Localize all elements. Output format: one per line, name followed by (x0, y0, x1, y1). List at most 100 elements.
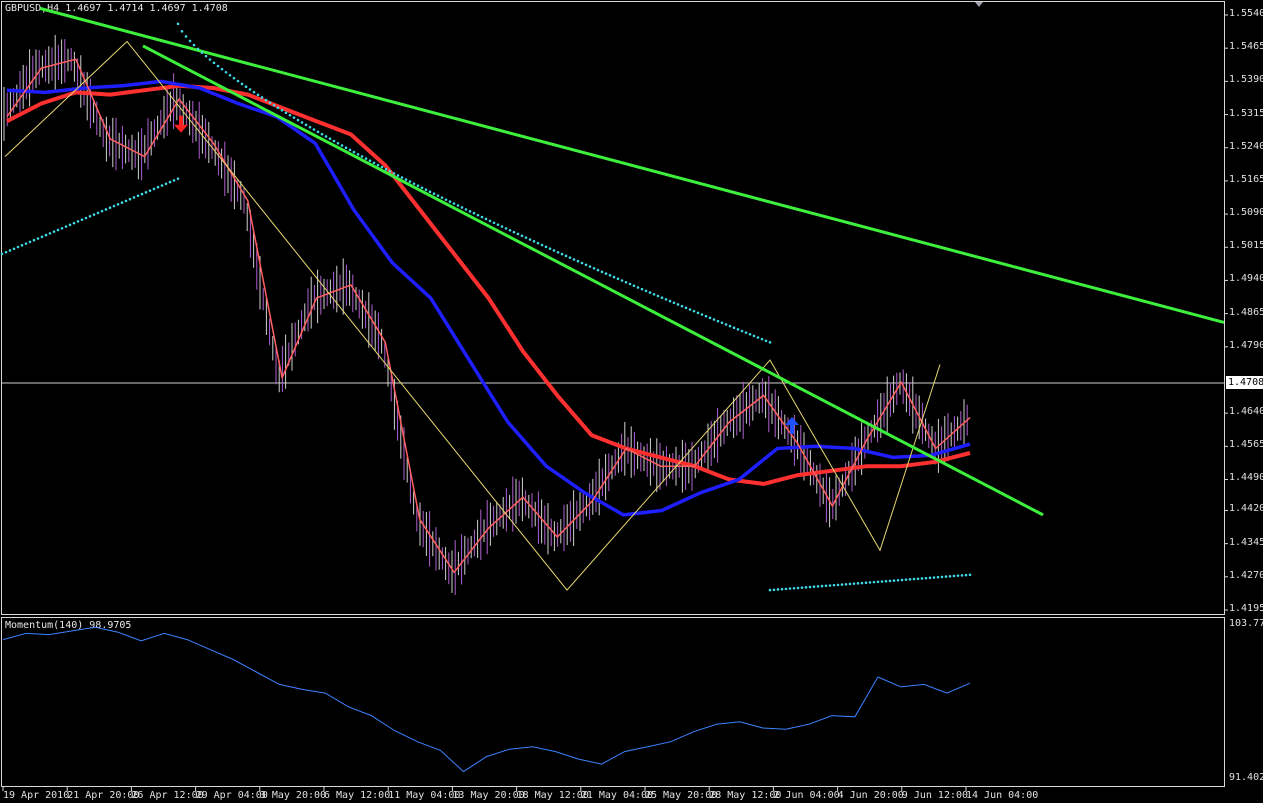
momentum-line (2, 626, 971, 773)
parabolic-dot (196, 47, 200, 51)
parabolic-dot (968, 573, 972, 577)
parabolic-dot (384, 167, 388, 171)
parabolic-dot (640, 287, 644, 291)
parabolic-dot (176, 177, 180, 180)
parabolic-dot (76, 220, 80, 223)
parabolic-dot (748, 332, 752, 336)
parabolic-dot (184, 35, 188, 38)
x-tick-label: 13 May 20:00 (452, 790, 525, 801)
parabolic-dot (8, 249, 12, 252)
parabolic-dot (44, 233, 48, 237)
parabolic-dot (800, 586, 804, 589)
parabolic-dot (256, 93, 260, 97)
parabolic-dot (268, 101, 272, 104)
parabolic-dot (432, 192, 436, 195)
parabolic-dot (460, 206, 464, 209)
x-tick-label: 28 May 12:00 (709, 790, 782, 801)
parabolic-dot (760, 337, 764, 341)
parabolic-dot (952, 574, 956, 578)
y-tick-label: 1.5315 (1229, 107, 1263, 119)
parabolic-dot (508, 228, 512, 232)
parabolic-dot (236, 79, 240, 83)
parabolic-dot (296, 118, 300, 122)
parabolic-dot (644, 289, 648, 293)
parabolic-dot (56, 228, 60, 232)
parabolic-dot (584, 263, 588, 267)
parabolic-dot (832, 583, 836, 587)
parabolic-dot (944, 575, 948, 578)
parabolic-dot (852, 582, 856, 585)
x-tick-label: 26 Apr 12:00 (131, 790, 204, 801)
parabolic-dot (540, 243, 544, 247)
parabolic-dot (936, 575, 940, 579)
parabolic-dot (280, 108, 284, 112)
parabolic-dot (504, 227, 508, 230)
y-tick-label: 1.4420 (1229, 503, 1263, 515)
parabolic-dot (308, 125, 312, 129)
parabolic-dot (132, 196, 136, 199)
parabolic-dot (556, 250, 560, 254)
parabolic-dot (516, 232, 520, 236)
parabolic-dot (200, 51, 204, 54)
parabolic-dot (596, 268, 600, 272)
parabolic-dot (436, 194, 440, 197)
parabolic-dot (88, 214, 92, 218)
parabolic-dot (492, 221, 496, 225)
parabolic-dot (388, 169, 392, 173)
parabolic-dot (856, 582, 860, 585)
parabolic-dot (456, 204, 460, 207)
trendline (142, 44, 1044, 517)
parabolic-dot (480, 215, 484, 219)
parabolic-dot (140, 192, 144, 196)
y-tick-label: 1.5240 (1229, 140, 1263, 152)
parabolic-dot (728, 324, 732, 328)
parabolic-dot (84, 216, 88, 220)
parabolic-dot (496, 223, 500, 226)
parabolic-dot (828, 584, 832, 587)
parabolic-dot (604, 272, 608, 275)
parabolic-dot (704, 314, 708, 318)
parabolic-dot (148, 189, 152, 192)
parabolic-dot (488, 219, 492, 223)
parabolic-dot (192, 43, 196, 47)
parabolic-dot (544, 245, 548, 249)
parabolic-dot (208, 58, 212, 61)
chart-window[interactable]: { "chart_data": [ { "type": "line", "sym… (0, 0, 1263, 803)
parabolic-dot (96, 211, 100, 215)
parabolic-dot (796, 586, 800, 590)
parabolic-dot (228, 73, 232, 77)
parabolic-dot (688, 308, 692, 311)
parabolic-dot (292, 116, 296, 119)
parabolic-dot (536, 241, 540, 245)
parabolic-dot (764, 339, 768, 343)
y-tick-label: 1.4640 (1229, 406, 1263, 418)
parabolic-dot (204, 54, 208, 58)
parabolic-dot (960, 574, 964, 577)
parabolic-dot (244, 85, 248, 88)
parabolic-dot (736, 328, 740, 331)
parabolic-dot (804, 586, 808, 589)
x-tick-label: 18 May 12:00 (516, 790, 589, 801)
parabolic-dot (580, 261, 584, 265)
parabolic-dot (716, 319, 720, 323)
parabolic-dot (60, 226, 64, 230)
parabolic-dot (780, 587, 784, 591)
parabolic-dot (660, 296, 664, 300)
y-tick-label: 1.5465 (1229, 41, 1263, 53)
parabolic-dot (444, 198, 448, 201)
parabolic-dot (428, 190, 432, 194)
parabolic-dot (964, 573, 968, 577)
parabolic-dot (924, 576, 928, 580)
parabolic-dot (452, 202, 456, 205)
parabolic-dot (288, 113, 292, 117)
parabolic-dot (708, 316, 712, 320)
x-tick-label: 19 Apr 2010 (3, 790, 70, 801)
parabolic-dot (932, 576, 936, 579)
parabolic-dot (472, 211, 476, 215)
parabolic-dot (224, 70, 228, 74)
parabolic-dot (360, 155, 364, 158)
y-tick-label: 1.5165 (1229, 173, 1263, 185)
parabolic-dot (176, 22, 180, 26)
parabolic-dot (100, 209, 104, 213)
y-tick-label: 1.5540 (1229, 8, 1263, 19)
